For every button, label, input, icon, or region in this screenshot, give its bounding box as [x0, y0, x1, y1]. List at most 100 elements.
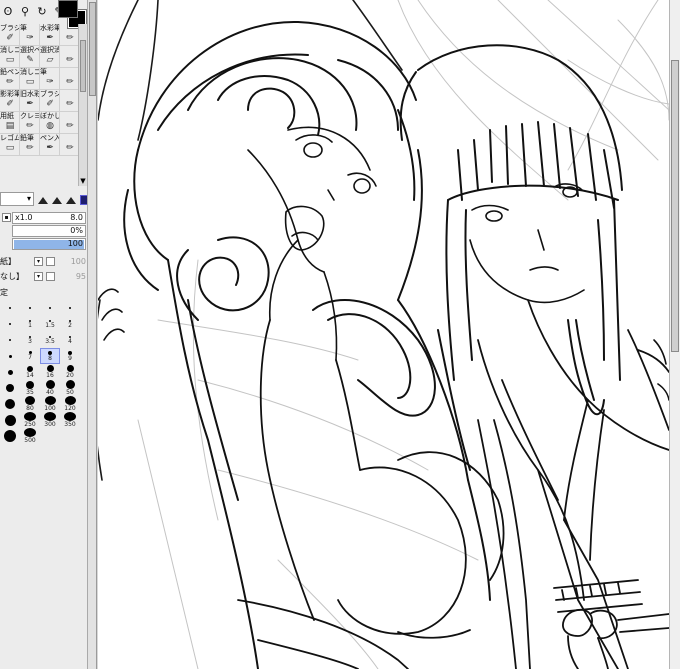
- brush-size-preset[interactable]: 120: [60, 396, 80, 412]
- brush-tool-label: 鉛筆: [20, 134, 34, 142]
- brush-tool-15[interactable]: ✏: [60, 90, 80, 112]
- brush-size-preset[interactable]: 1.5: [40, 316, 60, 332]
- texture-dropdown[interactable]: ▾: [34, 257, 43, 266]
- eraser-icon: ▭: [5, 55, 15, 65]
- panel-scroll-thumb[interactable]: [89, 2, 96, 96]
- brush-size-preset[interactable]: 500: [20, 428, 40, 444]
- brush-tool-6[interactable]: 選択消 ▱: [40, 46, 60, 68]
- brush-size-preset[interactable]: 40: [40, 380, 60, 396]
- rotate-icon[interactable]: ↻: [35, 5, 49, 19]
- brush-tool-19[interactable]: ✏: [60, 112, 80, 134]
- brush-tool-17[interactable]: クレヨン✏: [20, 112, 40, 134]
- brush-size-preset[interactable]: 20: [60, 364, 80, 380]
- blend-select[interactable]: なし】: [0, 272, 24, 281]
- size-preset-label: 100: [44, 405, 56, 412]
- brush-size-preset[interactable]: [0, 332, 20, 348]
- zoom-icon[interactable]: ⚲: [18, 5, 32, 19]
- brush-size-preset[interactable]: 250: [20, 412, 40, 428]
- brush-size-preset[interactable]: [20, 300, 40, 316]
- brush-tool-7[interactable]: ✏: [60, 46, 80, 68]
- brush-size-preset[interactable]: [0, 348, 20, 364]
- brush-tool-2[interactable]: 水彩筆 ✒: [40, 24, 60, 46]
- tool-grid-scrollbar[interactable]: ▼: [78, 24, 87, 186]
- brush-size-preset[interactable]: [40, 300, 60, 316]
- brush-tool-3[interactable]: ✏: [60, 24, 80, 46]
- shape-medium-icon[interactable]: [52, 196, 62, 204]
- brush-tool-14[interactable]: ブラシ浦✐: [40, 90, 60, 112]
- pen-nib-icon: ✑: [46, 77, 54, 87]
- brush-size-preset[interactable]: 3: [20, 332, 40, 348]
- brush-size-preset[interactable]: 100: [40, 396, 60, 412]
- brush-tool-label: 旧水彩: [20, 90, 40, 98]
- brush-size-preset[interactable]: 16: [40, 364, 60, 380]
- brush-size-preset[interactable]: 14: [20, 364, 40, 380]
- brush-size-preset[interactable]: 7: [20, 348, 40, 364]
- tool-grid-scroll-thumb[interactable]: [80, 40, 86, 92]
- brush-size-preset[interactable]: [0, 396, 20, 412]
- brush-tool-9[interactable]: 消しゴム▭: [20, 68, 40, 90]
- brush-size-preset[interactable]: [0, 316, 20, 332]
- brush-tool-13[interactable]: 旧水彩 ✒: [20, 90, 40, 112]
- brush-tool-label: ブラシ: [0, 24, 20, 32]
- brush-tool-0[interactable]: ブラシ ✐: [0, 24, 20, 46]
- brush-size-preset[interactable]: 4: [60, 332, 80, 348]
- brush-size-preset[interactable]: [0, 380, 20, 396]
- brush-tool-1[interactable]: 筆 ✑: [20, 24, 40, 46]
- brush-size-preset[interactable]: 3.5: [40, 332, 60, 348]
- brush-size-preset[interactable]: [0, 300, 20, 316]
- brush-size-preset[interactable]: 2: [60, 316, 80, 332]
- size-dot-icon: [29, 307, 31, 309]
- canvas-vertical-scrollbar[interactable]: [669, 0, 680, 669]
- drawing-canvas[interactable]: [98, 0, 669, 669]
- brush-tool-21[interactable]: 鉛筆 ✏: [20, 134, 40, 156]
- size-dot-icon: [66, 365, 74, 372]
- brush-size-preset[interactable]: [0, 428, 20, 444]
- advanced-settings-label[interactable]: 定: [0, 288, 8, 297]
- brush-size-preset[interactable]: 350: [60, 412, 80, 428]
- brush-tool-10[interactable]: 筆 ✑: [40, 68, 60, 90]
- brush-tool-11[interactable]: ✏: [60, 68, 80, 90]
- blend-checkbox[interactable]: [46, 272, 55, 281]
- brush-size-preset[interactable]: 1: [20, 316, 40, 332]
- brush-tool-4[interactable]: 消しゴム▭: [0, 46, 20, 68]
- shape-round-icon[interactable]: [66, 196, 76, 204]
- size-preset-label: 9: [68, 354, 72, 362]
- brush-size-preset[interactable]: [60, 300, 80, 316]
- brush-size-preset[interactable]: [0, 364, 20, 380]
- min-size-value: 0%: [70, 226, 83, 235]
- paper-icon: ▤: [5, 121, 15, 131]
- size-preset-label: 500: [24, 437, 36, 444]
- texture-select[interactable]: 紙】: [0, 257, 16, 266]
- brush-tool-12[interactable]: 影彩筆 ✐: [0, 90, 20, 112]
- canvas-scroll-thumb[interactable]: [671, 60, 679, 352]
- shape-flat-icon[interactable]: [80, 195, 87, 205]
- brush-size-preset[interactable]: 50: [60, 380, 80, 396]
- min-size-slider[interactable]: 0%: [12, 225, 86, 237]
- chevron-down-icon[interactable]: ▼: [79, 176, 87, 186]
- brush-tool-20[interactable]: レゴム ▭: [0, 134, 20, 156]
- brush-tool-5[interactable]: 選択ペン✎: [20, 46, 40, 68]
- brush-size-preset[interactable]: 35: [20, 380, 40, 396]
- pen-nib-icon: ✑: [26, 33, 34, 43]
- brush-size-preset[interactable]: 300: [40, 412, 60, 428]
- size-scale-checkbox[interactable]: ▪: [2, 213, 11, 222]
- brush-size-preset[interactable]: [0, 412, 20, 428]
- brush-tool-23[interactable]: ✏: [60, 134, 80, 156]
- brush-tool-16[interactable]: 用紙 ▤: [0, 112, 20, 134]
- size-value: 8.0: [70, 213, 83, 222]
- panel-scrollbar[interactable]: [88, 0, 97, 669]
- brush-tool-18[interactable]: ぼかし ◍: [40, 112, 60, 134]
- brush-size-preset[interactable]: 9: [60, 348, 80, 364]
- brush-size-preset[interactable]: 80: [20, 396, 40, 412]
- brush-tool-8[interactable]: 鉛ペン ✏: [0, 68, 20, 90]
- size-slider[interactable]: x1.0 8.0: [12, 212, 86, 224]
- brush-size-preset[interactable]: 8: [40, 348, 60, 364]
- lasso-icon[interactable]: ʘ: [1, 5, 15, 19]
- brush-tool-label: 鉛ペン: [0, 68, 20, 76]
- shape-sharp-icon[interactable]: [38, 196, 48, 204]
- main-color-swatch[interactable]: [58, 0, 78, 18]
- texture-checkbox[interactable]: [46, 257, 55, 266]
- brush-tool-22[interactable]: ペン入れ✒: [40, 134, 60, 156]
- density-slider[interactable]: 100: [12, 238, 86, 250]
- blend-dropdown[interactable]: ▾: [34, 272, 43, 281]
